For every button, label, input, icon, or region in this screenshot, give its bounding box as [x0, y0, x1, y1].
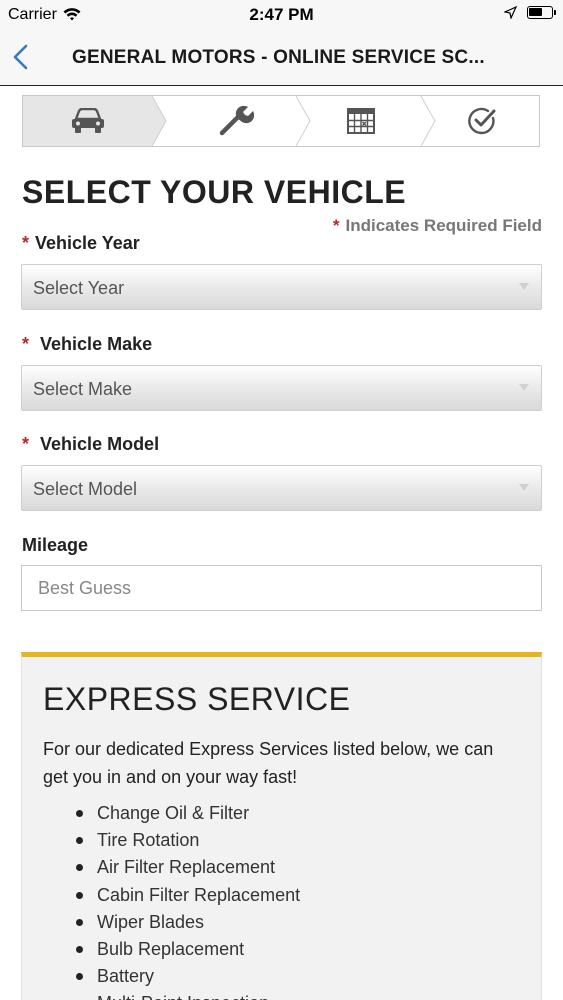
- chevron-left-icon: [13, 44, 28, 70]
- battery-icon: [527, 6, 556, 19]
- vehicle-model-value: Select Model: [33, 479, 138, 499]
- list-item: Multi-Point Inspection: [74, 990, 300, 1000]
- required-star: *: [22, 434, 30, 454]
- list-item: Tire Rotation: [74, 827, 300, 854]
- vehicle-year-value: Select Year: [33, 278, 125, 298]
- express-service-description: For our dedicated Express Services liste…: [43, 739, 494, 787]
- step-confirm[interactable]: [417, 96, 546, 146]
- vehicle-make-label-text: Vehicle Make: [40, 334, 153, 354]
- battery-level: [529, 8, 542, 16]
- vehicle-model-select[interactable]: Select Model: [21, 465, 542, 511]
- mileage-input[interactable]: [21, 565, 542, 611]
- step-schedule[interactable]: [296, 96, 425, 146]
- car-icon: [68, 101, 108, 141]
- express-service-panel: EXPRESS SERVICE For our dedicated Expres…: [21, 652, 542, 1000]
- list-item: Cabin Filter Replacement: [74, 882, 300, 909]
- mileage-label: Mileage: [22, 535, 89, 555]
- list-item: Bulb Replacement: [74, 936, 300, 963]
- navigation-bar: GENERAL MOTORS - ONLINE SERVICE SC...: [0, 30, 563, 86]
- dropdown-arrow-icon: [519, 484, 529, 491]
- status-bar: Carrier 2:47 PM: [0, 0, 563, 30]
- step-vehicle[interactable]: [23, 96, 152, 146]
- step-service[interactable]: [171, 96, 300, 146]
- dropdown-arrow-icon: [519, 283, 529, 290]
- clock: 2:47 PM: [249, 5, 314, 24]
- vehicle-year-label: * Vehicle Year: [22, 233, 140, 254]
- required-star: *: [22, 334, 30, 354]
- vehicle-year-label-text: Vehicle Year: [35, 233, 140, 253]
- calendar-icon: [341, 101, 381, 141]
- express-service-list: Change Oil & Filter Tire Rotation Air Fi…: [74, 800, 300, 1000]
- required-note-text: Indicates Required Field: [345, 216, 543, 235]
- list-item: Wiper Blades: [74, 909, 300, 936]
- list-item: Change Oil & Filter: [74, 800, 300, 827]
- vehicle-model-label-text: Vehicle Model: [40, 434, 160, 454]
- vehicle-make-select[interactable]: Select Make: [21, 365, 542, 411]
- vehicle-make-label: * Vehicle Make: [22, 334, 152, 355]
- step-progress-bar: [22, 95, 540, 147]
- back-button[interactable]: [10, 42, 34, 72]
- required-star: *: [332, 216, 340, 235]
- vehicle-year-select[interactable]: Select Year: [21, 264, 542, 310]
- nav-title: GENERAL MOTORS - ONLINE SERVICE SC...: [72, 47, 485, 68]
- list-item: Air Filter Replacement: [74, 854, 300, 881]
- location-arrow-icon: [504, 6, 517, 19]
- vehicle-make-value: Select Make: [33, 379, 133, 399]
- list-item: Battery: [74, 963, 300, 990]
- required-field-note: * Indicates Required Field: [333, 216, 542, 236]
- wrench-icon: [216, 101, 256, 141]
- checkmark-circle-icon: [462, 101, 502, 141]
- dropdown-arrow-icon: [519, 384, 529, 391]
- vehicle-model-label: * Vehicle Model: [22, 434, 159, 455]
- required-star: *: [22, 233, 30, 253]
- step-divider: [152, 96, 167, 146]
- express-service-title: EXPRESS SERVICE: [43, 681, 351, 717]
- page-title: SELECT YOUR VEHICLE: [22, 174, 407, 210]
